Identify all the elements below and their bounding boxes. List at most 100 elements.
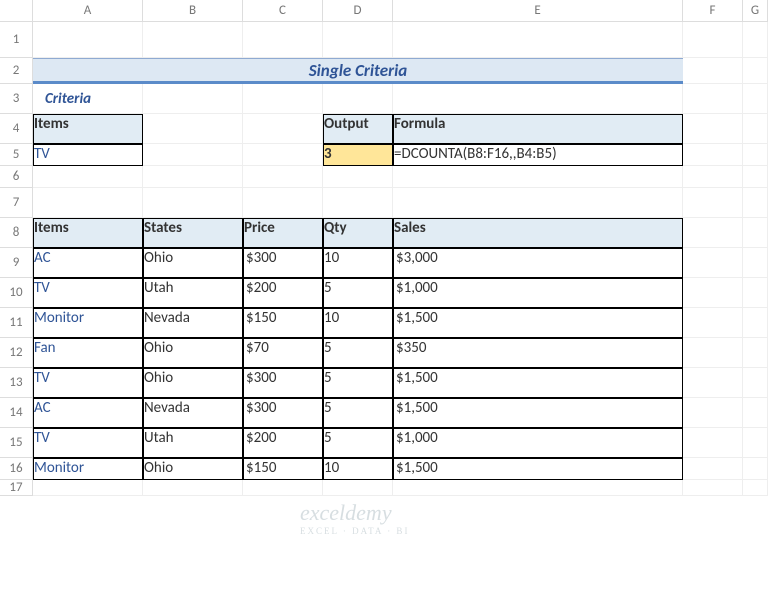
row-header-1[interactable]: 1 bbox=[0, 22, 33, 58]
table-cell-state[interactable]: Ohio bbox=[143, 458, 243, 480]
cell[interactable] bbox=[683, 114, 743, 144]
table-cell-sales[interactable]: $350 bbox=[393, 338, 683, 368]
cell[interactable] bbox=[243, 166, 323, 188]
table-cell-item[interactable]: AC bbox=[33, 248, 143, 278]
cell[interactable] bbox=[243, 144, 323, 166]
table-cell-price[interactable]: $300 bbox=[243, 248, 323, 278]
row-header-6[interactable]: 6 bbox=[0, 166, 33, 188]
row-header-8[interactable]: 8 bbox=[0, 218, 33, 248]
table-cell-item[interactable]: TV bbox=[33, 428, 143, 458]
table-cell-qty[interactable]: 5 bbox=[323, 368, 393, 398]
col-header-E[interactable]: E bbox=[393, 0, 683, 22]
table-cell-qty[interactable]: 5 bbox=[323, 278, 393, 308]
table-cell-state[interactable]: Ohio bbox=[143, 338, 243, 368]
cell[interactable] bbox=[743, 58, 768, 84]
table-cell-sales[interactable]: $1,500 bbox=[393, 398, 683, 428]
table-cell-price[interactable]: $200 bbox=[243, 428, 323, 458]
cell[interactable] bbox=[683, 218, 743, 248]
cell[interactable] bbox=[683, 144, 743, 166]
col-header-A[interactable]: A bbox=[33, 0, 143, 22]
cell[interactable] bbox=[143, 144, 243, 166]
cell[interactable] bbox=[243, 480, 323, 496]
cell[interactable] bbox=[683, 278, 743, 308]
cell[interactable] bbox=[683, 22, 743, 58]
output-value[interactable]: 3 bbox=[323, 144, 393, 166]
table-cell-item[interactable]: TV bbox=[33, 278, 143, 308]
cell[interactable] bbox=[743, 458, 768, 480]
cell[interactable] bbox=[743, 398, 768, 428]
table-cell-state[interactable]: Utah bbox=[143, 428, 243, 458]
formula-cell[interactable]: =DCOUNTA(B8:F16,,B4:B5) bbox=[393, 144, 683, 166]
cell[interactable] bbox=[683, 58, 743, 84]
row-header-7[interactable]: 7 bbox=[0, 188, 33, 218]
table-cell-state[interactable]: Ohio bbox=[143, 368, 243, 398]
cell[interactable] bbox=[243, 22, 323, 58]
cell[interactable] bbox=[683, 248, 743, 278]
table-cell-price[interactable]: $200 bbox=[243, 278, 323, 308]
table-cell-item[interactable]: Fan bbox=[33, 338, 143, 368]
cell[interactable] bbox=[323, 84, 393, 114]
table-cell-item[interactable]: AC bbox=[33, 398, 143, 428]
cell[interactable] bbox=[393, 166, 683, 188]
row-header-12[interactable]: 12 bbox=[0, 338, 33, 368]
cell[interactable] bbox=[243, 188, 323, 218]
cell[interactable] bbox=[743, 368, 768, 398]
row-header-17[interactable]: 17 bbox=[0, 480, 33, 496]
cell[interactable] bbox=[683, 308, 743, 338]
col-header-F[interactable]: F bbox=[683, 0, 743, 22]
cell[interactable] bbox=[743, 84, 768, 114]
cell[interactable] bbox=[33, 188, 143, 218]
row-header-9[interactable]: 9 bbox=[0, 248, 33, 278]
table-cell-item[interactable]: Monitor bbox=[33, 458, 143, 480]
cell[interactable] bbox=[743, 278, 768, 308]
row-header-13[interactable]: 13 bbox=[0, 368, 33, 398]
cell[interactable] bbox=[743, 218, 768, 248]
cell[interactable] bbox=[143, 22, 243, 58]
row-header-2[interactable]: 2 bbox=[0, 58, 33, 84]
cell[interactable] bbox=[143, 84, 243, 114]
row-header-4[interactable]: 4 bbox=[0, 114, 33, 144]
row-header-3[interactable]: 3 bbox=[0, 84, 33, 114]
table-cell-price[interactable]: $70 bbox=[243, 338, 323, 368]
table-cell-price[interactable]: $300 bbox=[243, 368, 323, 398]
row-header-16[interactable]: 16 bbox=[0, 458, 33, 480]
table-cell-state[interactable]: Ohio bbox=[143, 248, 243, 278]
table-cell-sales[interactable]: $3,000 bbox=[393, 248, 683, 278]
cell[interactable] bbox=[323, 188, 393, 218]
table-cell-state[interactable]: Nevada bbox=[143, 308, 243, 338]
cell[interactable] bbox=[743, 22, 768, 58]
cell[interactable] bbox=[683, 338, 743, 368]
table-cell-sales[interactable]: $1,500 bbox=[393, 458, 683, 480]
row-header-15[interactable]: 15 bbox=[0, 428, 33, 458]
row-header-5[interactable]: 5 bbox=[0, 144, 33, 166]
cell[interactable] bbox=[243, 114, 323, 144]
cell[interactable] bbox=[683, 480, 743, 496]
table-cell-item[interactable]: Monitor bbox=[33, 308, 143, 338]
table-cell-qty[interactable]: 5 bbox=[323, 428, 393, 458]
cell[interactable] bbox=[743, 188, 768, 218]
table-cell-price[interactable]: $150 bbox=[243, 458, 323, 480]
cell[interactable] bbox=[393, 22, 683, 58]
table-cell-price[interactable]: $150 bbox=[243, 308, 323, 338]
table-cell-qty[interactable]: 10 bbox=[323, 308, 393, 338]
cell[interactable] bbox=[743, 166, 768, 188]
table-cell-qty[interactable]: 10 bbox=[323, 458, 393, 480]
cell[interactable] bbox=[323, 480, 393, 496]
criteria-value[interactable]: TV bbox=[33, 144, 143, 166]
cell[interactable] bbox=[33, 22, 143, 58]
cell[interactable] bbox=[393, 188, 683, 218]
row-header-11[interactable]: 11 bbox=[0, 308, 33, 338]
table-cell-sales[interactable]: $1,000 bbox=[393, 428, 683, 458]
cell[interactable] bbox=[143, 188, 243, 218]
cell[interactable] bbox=[683, 398, 743, 428]
col-header-D[interactable]: D bbox=[323, 0, 393, 22]
table-cell-price[interactable]: $300 bbox=[243, 398, 323, 428]
table-cell-sales[interactable]: $1,500 bbox=[393, 368, 683, 398]
cell[interactable] bbox=[683, 166, 743, 188]
cell[interactable] bbox=[743, 480, 768, 496]
cell[interactable] bbox=[243, 84, 323, 114]
cell[interactable] bbox=[143, 114, 243, 144]
cell[interactable] bbox=[743, 308, 768, 338]
cell[interactable] bbox=[143, 480, 243, 496]
col-header-G[interactable]: G bbox=[743, 0, 768, 22]
